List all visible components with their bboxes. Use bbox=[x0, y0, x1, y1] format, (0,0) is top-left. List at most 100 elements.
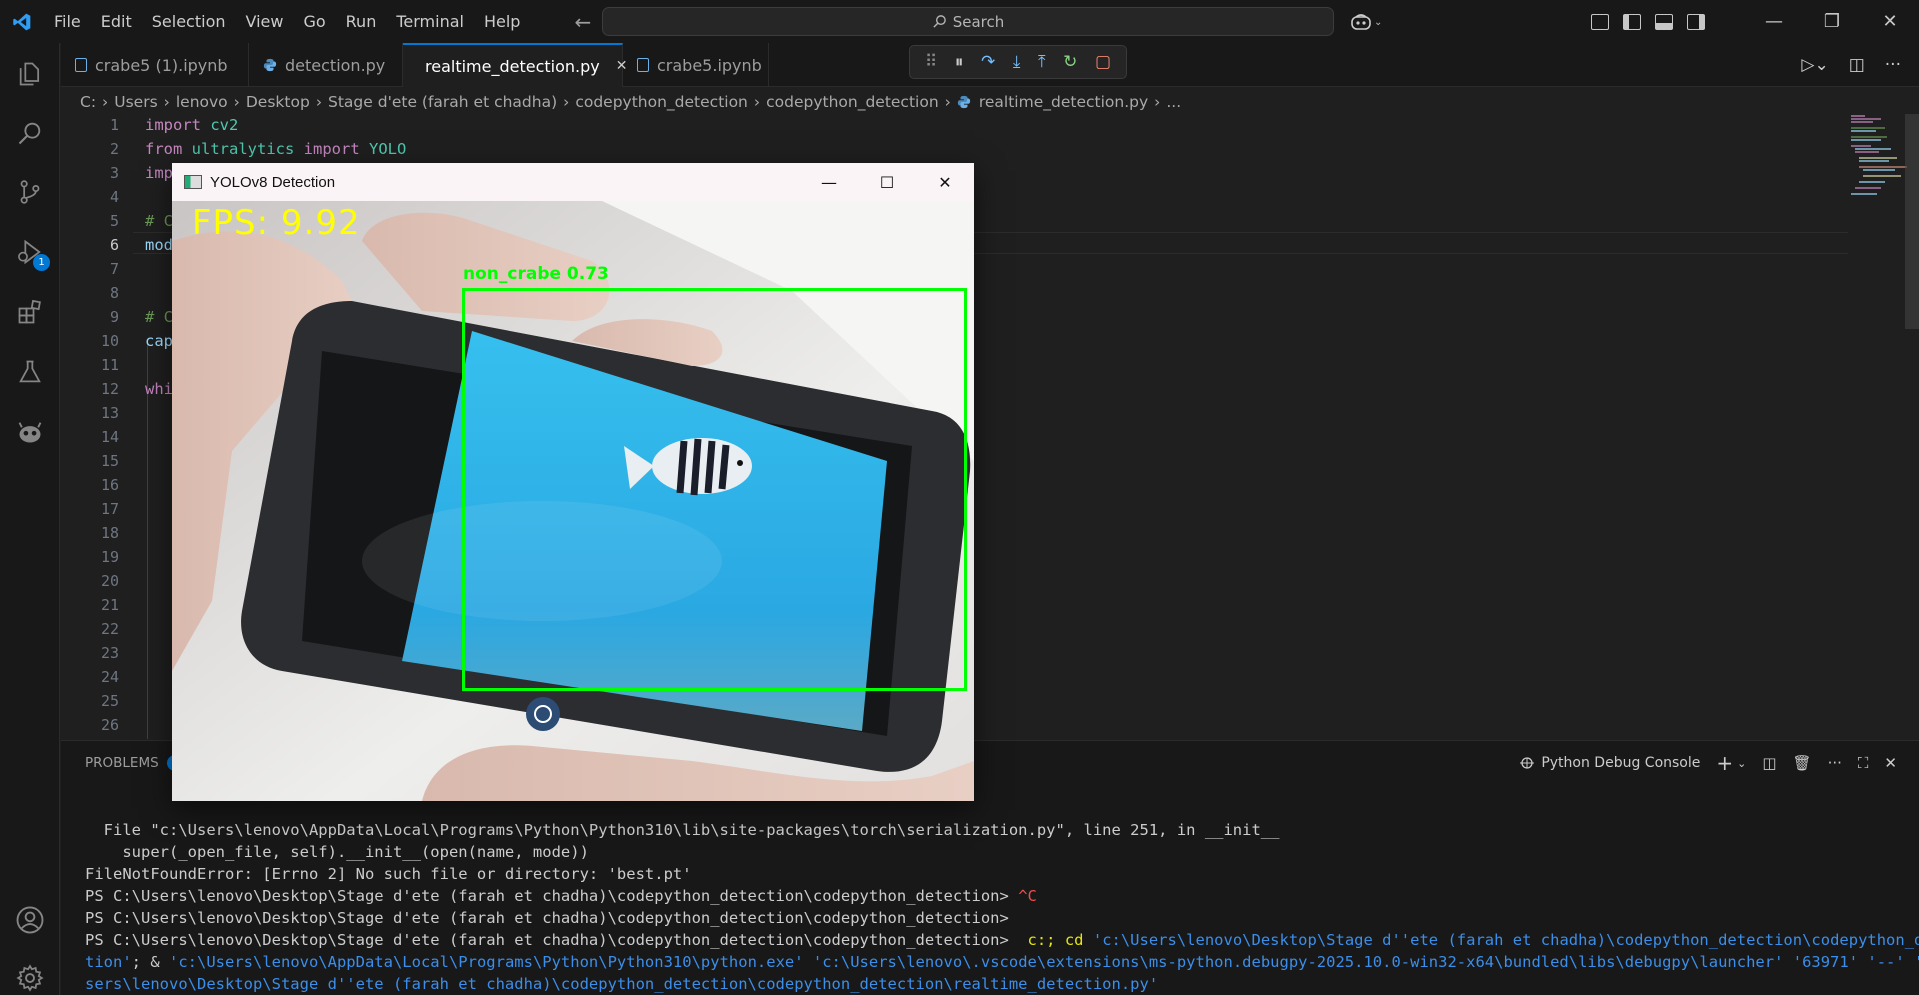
new-terminal-icon[interactable]: + bbox=[1716, 751, 1733, 775]
menu-go[interactable]: Go bbox=[293, 12, 335, 31]
menu-help[interactable]: Help bbox=[474, 12, 530, 31]
menu-edit[interactable]: Edit bbox=[91, 12, 142, 31]
chevron-right-icon: › bbox=[753, 93, 761, 111]
comment: # C bbox=[145, 308, 173, 326]
menu-file[interactable]: File bbox=[44, 12, 91, 31]
editor-scrollbar[interactable] bbox=[1905, 114, 1919, 329]
breadcrumb-item[interactable]: realtime_detection.py bbox=[979, 93, 1148, 111]
command-arg: 'c:\Users\lenovo\AppData\Local\Programs\… bbox=[169, 953, 1919, 971]
terminal-select[interactable]: Python Debug Console bbox=[1519, 755, 1700, 771]
step-into-icon[interactable]: ⤓ bbox=[1013, 52, 1021, 72]
line-number: 14 bbox=[100, 428, 119, 446]
restore-window-icon[interactable]: ❐ bbox=[1803, 0, 1861, 43]
line-number: 5 bbox=[109, 212, 119, 230]
chevron-right-icon: › bbox=[102, 93, 109, 111]
breadcrumb-item[interactable]: ... bbox=[1166, 93, 1181, 111]
tab-problems[interactable]: PROBLEMS bbox=[85, 755, 159, 771]
terminal-prompt: PS C:\Users\lenovo\Desktop\Stage d'ete (… bbox=[85, 909, 1009, 927]
kill-terminal-trash-icon[interactable]: 🗑 bbox=[1793, 754, 1812, 772]
close-window-icon[interactable]: ✕ bbox=[1861, 0, 1919, 43]
line-number: 25 bbox=[100, 692, 119, 710]
back-arrow-icon[interactable]: ← bbox=[574, 10, 591, 34]
terminal-line: sers\lenovo\Desktop\Stage d''ete (farah … bbox=[85, 973, 1895, 995]
tab-detection-py[interactable]: detection.py bbox=[249, 43, 403, 87]
terminal-line: PS C:\Users\lenovo\Desktop\Stage d'ete (… bbox=[85, 929, 1919, 951]
run-python-icon[interactable]: ▷⌄ bbox=[1801, 55, 1828, 75]
line-number: 15 bbox=[100, 452, 119, 470]
debug-badge: 1 bbox=[33, 254, 50, 271]
copilot-menu[interactable]: ⌄ bbox=[1350, 10, 1390, 34]
toggle-panel-icon[interactable] bbox=[1655, 13, 1673, 30]
customize-layout-icon[interactable] bbox=[1591, 13, 1609, 30]
line-number: 23 bbox=[100, 644, 119, 662]
terminal-line: PS C:\Users\lenovo\Desktop\Stage d'ete (… bbox=[85, 907, 1895, 929]
breadcrumb-item[interactable]: lenovo bbox=[176, 93, 228, 111]
keyword: imp bbox=[145, 164, 173, 182]
menu-view[interactable]: View bbox=[236, 12, 294, 31]
testing-flask-icon[interactable] bbox=[0, 343, 60, 401]
minimap[interactable] bbox=[1851, 114, 1911, 214]
minimize-window-icon[interactable]: — bbox=[1745, 0, 1803, 43]
notebook-icon bbox=[637, 58, 649, 72]
code-line-6: mod bbox=[145, 236, 173, 254]
step-over-icon[interactable]: ↷ bbox=[981, 52, 995, 72]
terminal-output[interactable]: File "c:\Users\lenovo\AppData\Local\Prog… bbox=[85, 797, 1919, 995]
stop-icon[interactable]: ▢ bbox=[1095, 52, 1111, 72]
settings-gear-icon[interactable] bbox=[0, 949, 60, 995]
explorer-icon[interactable] bbox=[0, 45, 60, 103]
accounts-icon[interactable] bbox=[0, 891, 60, 949]
close-icon[interactable]: ✕ bbox=[916, 163, 974, 201]
search-view-icon[interactable] bbox=[0, 104, 60, 162]
module-name: cv2 bbox=[201, 116, 239, 134]
split-terminal-icon[interactable]: ◫ bbox=[1762, 754, 1776, 772]
menu-run[interactable]: Run bbox=[336, 12, 387, 31]
maximize-icon[interactable]: ☐ bbox=[858, 163, 916, 201]
more-actions-icon[interactable]: ··· bbox=[1885, 55, 1901, 75]
tab-crabe5-ipynb[interactable]: crabe5.ipynb bbox=[623, 43, 769, 87]
close-panel-icon[interactable]: ✕ bbox=[1884, 754, 1897, 772]
terminal-line: super(_open_file, self).__init__(open(na… bbox=[85, 843, 589, 861]
command-center-search[interactable]: Search bbox=[602, 7, 1334, 36]
yolo-detection-window[interactable]: YOLOv8 Detection — ☐ ✕ FPS: 9.92 non_cra… bbox=[172, 163, 974, 801]
debug-bug-icon bbox=[1520, 757, 1535, 769]
chevron-down-icon[interactable]: ⌄ bbox=[1737, 757, 1746, 770]
breadcrumb-item[interactable]: Stage d'ete (farah et chadha) bbox=[328, 93, 557, 111]
command-arg: sers\lenovo\Desktop\Stage d''ete (farah … bbox=[85, 975, 1159, 993]
toggle-secondary-sidebar-icon[interactable] bbox=[1687, 13, 1705, 30]
minimize-icon[interactable]: — bbox=[800, 163, 858, 201]
drag-handle-icon[interactable]: ⠿ bbox=[925, 52, 937, 72]
source-control-icon[interactable] bbox=[0, 163, 60, 221]
line-number: 20 bbox=[100, 572, 119, 590]
tab-label: crabe5 (1).ipynb bbox=[95, 55, 228, 75]
tab-label: crabe5.ipynb bbox=[657, 55, 762, 75]
menu-selection[interactable]: Selection bbox=[142, 12, 236, 31]
step-out-icon[interactable]: ⤒ bbox=[1038, 52, 1046, 72]
menu-terminal[interactable]: Terminal bbox=[386, 12, 474, 31]
tab-realtime-detection-py[interactable]: realtime_detection.py ✕ bbox=[403, 43, 627, 87]
breadcrumb-item[interactable]: codepython_detection bbox=[766, 93, 939, 111]
command-sep: ; & bbox=[131, 953, 169, 971]
toggle-primary-sidebar-icon[interactable] bbox=[1623, 13, 1641, 30]
detection-box bbox=[462, 288, 967, 691]
chevron-down-icon: ⌄ bbox=[1374, 16, 1383, 28]
panel-tabs: PROBLEMS 6 bbox=[85, 741, 185, 785]
breadcrumb-item[interactable]: Users bbox=[114, 93, 157, 111]
restart-icon[interactable]: ↻ bbox=[1063, 52, 1077, 72]
indent-guide bbox=[147, 344, 148, 739]
cv-window-titlebar[interactable]: YOLOv8 Detection — ☐ ✕ bbox=[172, 163, 974, 201]
extensions-icon[interactable] bbox=[0, 283, 60, 341]
tab-crabe5-1-ipynb[interactable]: crabe5 (1).ipynb bbox=[61, 43, 249, 87]
pause-icon[interactable]: ⏸ bbox=[955, 52, 964, 72]
run-debug-icon[interactable]: 1 bbox=[0, 223, 60, 281]
command-arg: 'c:\Users\lenovo\Desktop\Stage d''ete (f… bbox=[1092, 931, 1919, 949]
line-number: 2 bbox=[109, 140, 119, 158]
breadcrumb-item[interactable]: codepython_detection bbox=[575, 93, 748, 111]
notebook-icon bbox=[75, 58, 87, 72]
breadcrumb-item[interactable]: C: bbox=[80, 93, 96, 111]
breadcrumb-item[interactable]: Desktop bbox=[246, 93, 310, 111]
more-actions-icon[interactable]: ··· bbox=[1828, 754, 1842, 772]
maximize-panel-icon[interactable]: ⛶ bbox=[1858, 754, 1869, 772]
tab-label: detection.py bbox=[285, 55, 386, 75]
copilot-chat-icon[interactable] bbox=[0, 403, 60, 461]
split-editor-icon[interactable]: ◫ bbox=[1849, 55, 1865, 75]
